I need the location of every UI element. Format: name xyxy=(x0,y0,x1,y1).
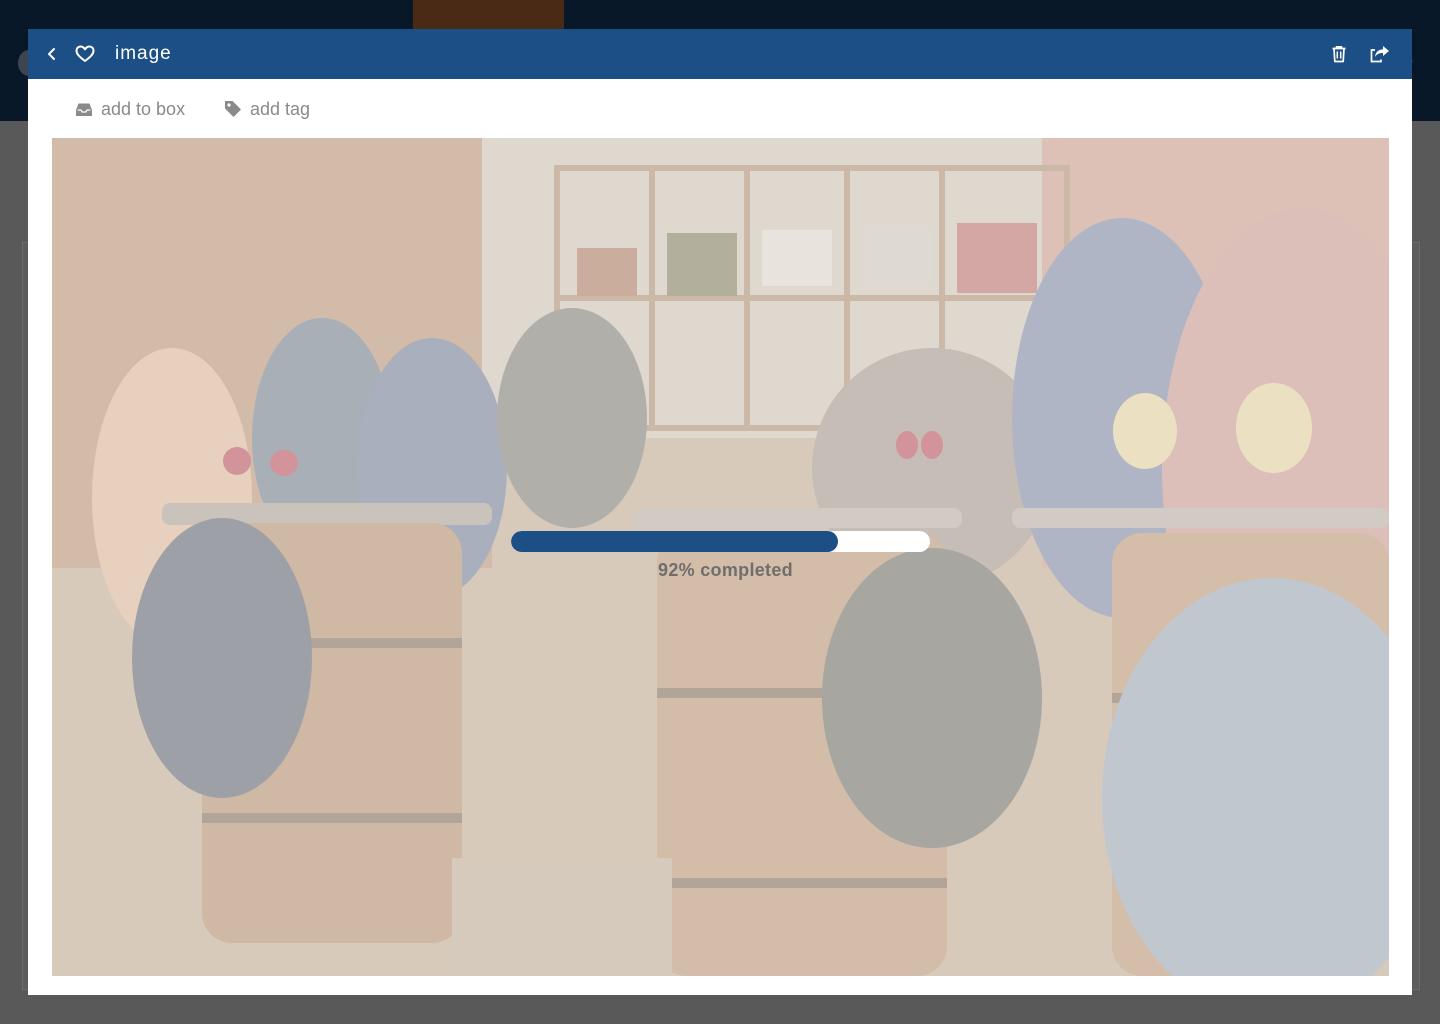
modal-toolbar: add to box add tag xyxy=(28,79,1412,138)
favorite-button[interactable] xyxy=(70,39,100,69)
background-active-tab xyxy=(413,0,564,30)
add-tag-button[interactable]: add tag xyxy=(223,95,310,123)
modal-header: image xyxy=(28,29,1412,79)
share-button[interactable] xyxy=(1365,39,1395,69)
share-icon xyxy=(1370,46,1389,63)
progress-status-text: 92% completed xyxy=(658,560,793,580)
add-to-box-label: add to box xyxy=(101,98,186,119)
delete-button[interactable] xyxy=(1324,39,1354,69)
heart-icon xyxy=(75,45,95,62)
tag-icon xyxy=(223,100,242,119)
upload-progress: 92% completed xyxy=(511,531,930,591)
inbox-icon xyxy=(74,100,93,119)
image-preview: 92% completed xyxy=(52,138,1389,976)
modal-title: image xyxy=(115,43,172,64)
image-modal: image add to box add tag 92% completed xyxy=(28,29,1412,995)
trash-icon xyxy=(1332,45,1346,63)
add-tag-label: add tag xyxy=(250,98,311,119)
progress-fill xyxy=(511,531,838,552)
progress-track xyxy=(511,531,930,552)
back-button[interactable] xyxy=(37,39,67,69)
add-to-box-button[interactable]: add to box xyxy=(74,95,185,123)
chevron-left-icon xyxy=(48,48,55,60)
